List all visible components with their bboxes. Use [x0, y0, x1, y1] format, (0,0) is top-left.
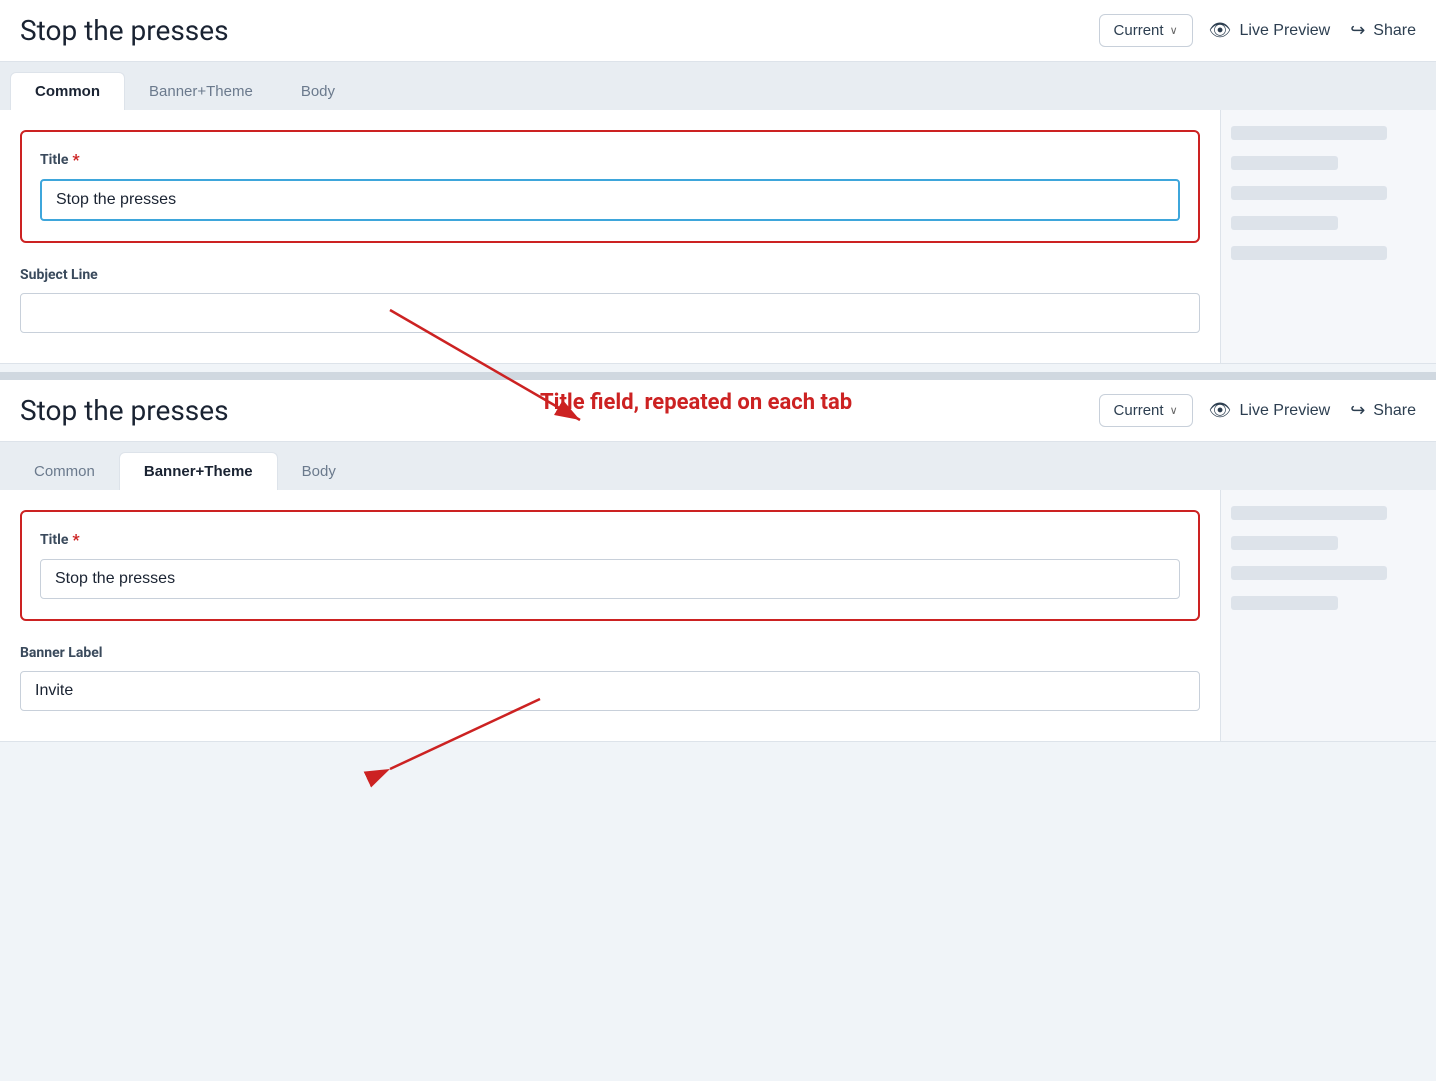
top-panel-main-content: Title * Subject Line: [0, 110, 1220, 363]
page-wrapper: Stop the presses Current ∨ 👁 Live Previe…: [0, 0, 1436, 742]
tab-body-bottom[interactable]: Body: [278, 452, 360, 490]
tab-banner-theme-top[interactable]: Banner+Theme: [125, 72, 277, 110]
top-tabs-bar: Common Banner+Theme Body: [0, 62, 1436, 110]
bottom-version-label: Current: [1114, 402, 1164, 419]
bottom-tabs-bar: Common Banner+Theme Body: [0, 442, 1436, 490]
top-panel: Stop the presses Current ∨ 👁 Live Previe…: [0, 0, 1436, 364]
page-title: Stop the presses: [20, 14, 1083, 47]
bottom-panel: Stop the presses Current ∨ 👁 Live Previe…: [0, 380, 1436, 742]
panel-divider: [0, 372, 1436, 380]
title-field-label-top: Title *: [40, 150, 1180, 169]
title-field-section-top: Title *: [20, 130, 1200, 243]
live-preview-label: Live Preview: [1240, 22, 1331, 40]
title-field-label-bottom: Title *: [40, 530, 1180, 549]
bottom-sidebar-line-2: [1231, 536, 1338, 550]
tab-banner-theme-bottom[interactable]: Banner+Theme: [119, 452, 278, 491]
sidebar-line-5: [1231, 246, 1387, 260]
title-field-section-bottom: Title *: [20, 510, 1200, 621]
sidebar-line-3: [1231, 186, 1387, 200]
bottom-sidebar-line-3: [1231, 566, 1387, 580]
share-button[interactable]: ↪ Share: [1350, 20, 1416, 41]
top-panel-form: Title * Subject Line: [0, 110, 1220, 363]
title-input-bottom[interactable]: [40, 559, 1180, 599]
tab-common-bottom[interactable]: Common: [10, 452, 119, 490]
bottom-right-sidebar: [1220, 490, 1436, 741]
bottom-page-title: Stop the presses: [20, 394, 1083, 427]
bottom-share-icon: ↪: [1350, 400, 1365, 421]
share-label: Share: [1373, 22, 1416, 40]
bottom-version-dropdown[interactable]: Current ∨: [1099, 394, 1193, 427]
subject-input-top[interactable]: [20, 293, 1200, 333]
bottom-sidebar-line-1: [1231, 506, 1387, 520]
subject-label-top: Subject Line: [20, 267, 1200, 283]
sidebar-line-1: [1231, 126, 1387, 140]
required-star-bottom: *: [72, 530, 79, 549]
version-label: Current: [1114, 22, 1164, 39]
sidebar-line-4: [1231, 216, 1338, 230]
bottom-live-preview-label: Live Preview: [1240, 402, 1331, 420]
title-input-top[interactable]: [40, 179, 1180, 221]
bottom-live-preview-button[interactable]: 👁 Live Preview: [1209, 400, 1331, 421]
header-actions: 👁 Live Preview ↪ Share: [1209, 20, 1416, 41]
banner-label-label: Banner Label: [20, 645, 1200, 661]
top-panel-content-area: Title * Subject Line: [0, 110, 1436, 363]
banner-label-input[interactable]: [20, 671, 1200, 711]
chevron-down-icon: ∨: [1170, 24, 1178, 37]
version-dropdown[interactable]: Current ∨: [1099, 14, 1193, 47]
bottom-panel-content-area: Title * Banner Label: [0, 490, 1436, 741]
eye-icon: 👁: [1209, 20, 1232, 41]
top-panel-header: Stop the presses Current ∨ 👁 Live Previe…: [0, 0, 1436, 62]
bottom-eye-icon: 👁: [1209, 400, 1232, 421]
bottom-chevron-down-icon: ∨: [1170, 404, 1178, 417]
bottom-sidebar-line-4: [1231, 596, 1338, 610]
live-preview-button[interactable]: 👁 Live Preview: [1209, 20, 1331, 41]
bottom-panel-main-content: Title * Banner Label: [0, 490, 1220, 741]
bottom-header-actions: 👁 Live Preview ↪ Share: [1209, 400, 1416, 421]
tab-common-top[interactable]: Common: [10, 72, 125, 111]
bottom-panel-header: Stop the presses Current ∨ 👁 Live Previe…: [0, 380, 1436, 442]
share-icon: ↪: [1350, 20, 1365, 41]
tab-body-top[interactable]: Body: [277, 72, 359, 110]
required-star-top: *: [72, 150, 79, 169]
bottom-share-label: Share: [1373, 402, 1416, 420]
bottom-share-button[interactable]: ↪ Share: [1350, 400, 1416, 421]
top-right-sidebar: [1220, 110, 1436, 363]
sidebar-line-2: [1231, 156, 1338, 170]
bottom-panel-form: Title * Banner Label: [0, 490, 1220, 741]
subject-section-top: Subject Line: [20, 267, 1200, 333]
banner-label-section: Banner Label: [20, 645, 1200, 711]
